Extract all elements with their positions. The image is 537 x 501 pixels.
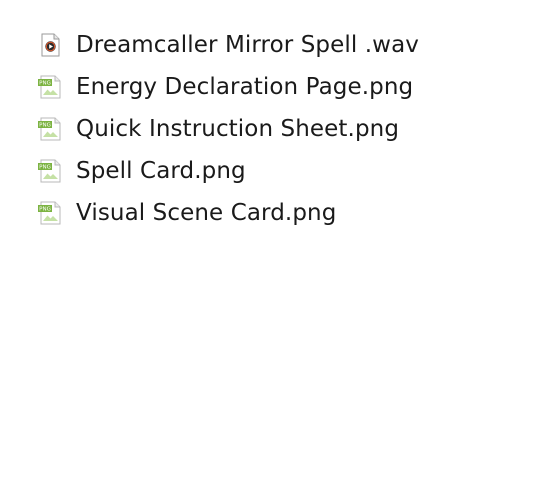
file-item-spell-card-png[interactable]: PNG Spell Card.png	[36, 150, 516, 192]
file-name: Energy Declaration Page.png	[76, 74, 414, 100]
file-name: Spell Card.png	[76, 158, 246, 184]
file-name: Visual Scene Card.png	[76, 200, 337, 226]
png-file-icon: PNG	[36, 199, 64, 227]
file-item-quick-instruction-sheet-png[interactable]: PNG Quick Instruction Sheet.png	[36, 108, 516, 150]
file-name: Quick Instruction Sheet.png	[76, 116, 400, 142]
file-name: Dreamcaller Mirror Spell .wav	[76, 32, 419, 58]
file-list: Dreamcaller Mirror Spell .wav PNG Energy…	[36, 24, 516, 234]
file-item-energy-declaration-page-png[interactable]: PNG Energy Declaration Page.png	[36, 66, 516, 108]
svg-text:PNG: PNG	[39, 207, 51, 213]
svg-text:PNG: PNG	[39, 123, 51, 129]
svg-text:PNG: PNG	[39, 81, 51, 87]
svg-text:PNG: PNG	[39, 165, 51, 171]
png-file-icon: PNG	[36, 115, 64, 143]
png-file-icon: PNG	[36, 157, 64, 185]
file-item-dreamcaller-mirror-spell-wav[interactable]: Dreamcaller Mirror Spell .wav	[36, 24, 516, 66]
png-file-icon: PNG	[36, 73, 64, 101]
file-item-visual-scene-card-png[interactable]: PNG Visual Scene Card.png	[36, 192, 516, 234]
audio-file-icon	[36, 31, 64, 59]
